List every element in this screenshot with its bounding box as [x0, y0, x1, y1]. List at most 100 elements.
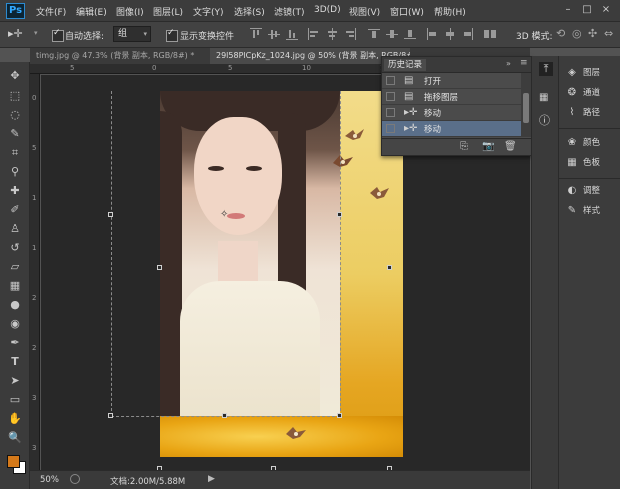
lasso-tool-icon[interactable]: ◌ — [6, 107, 24, 123]
transform-handle[interactable] — [108, 212, 113, 217]
menu-edit[interactable]: 编辑(E) — [76, 5, 107, 18]
minimize-button[interactable]: – — [560, 3, 576, 17]
trash-icon[interactable]: 🗑 — [504, 141, 517, 152]
history-item-label: 移动 — [424, 125, 442, 135]
menu-3d[interactable]: 3D(D) — [314, 5, 341, 15]
gradient-tool-icon[interactable]: ▦ — [6, 278, 24, 294]
history-item[interactable]: ▸✛ 移动 — [382, 105, 521, 121]
zoom-level[interactable]: 50% — [40, 475, 59, 485]
eyedropper-tool-icon[interactable]: ⚲ — [6, 164, 24, 180]
brush-tool-icon[interactable]: ✐ — [6, 202, 24, 218]
history-snapshot-checkbox[interactable] — [386, 92, 395, 101]
history-brush-tool-icon[interactable]: ↺ — [6, 240, 24, 256]
status-menu-arrow-icon[interactable]: ▶ — [208, 474, 215, 484]
menu-image[interactable]: 图像(I) — [116, 5, 144, 18]
distribute-vcenter-icon[interactable] — [386, 28, 398, 40]
history-snapshot-checkbox[interactable] — [386, 124, 395, 133]
status-info-icon[interactable] — [70, 474, 80, 484]
menu-file[interactable]: 文件(F) — [36, 5, 66, 18]
menu-help[interactable]: 帮助(H) — [434, 5, 466, 18]
camera-snapshot-icon[interactable]: 📷 — [482, 141, 494, 152]
history-panel-icon[interactable]: ⤒ — [539, 62, 553, 76]
history-item[interactable]: ▤ 拖移图层 — [382, 89, 521, 105]
hand-tool-icon[interactable]: ✋ — [6, 411, 24, 427]
eraser-tool-icon[interactable]: ▱ — [6, 259, 24, 275]
3d-rotate-icon[interactable]: ⟲ — [556, 27, 565, 40]
distribute-right-icon[interactable] — [462, 28, 474, 40]
transform-handle[interactable] — [337, 212, 342, 217]
align-hcenter-icon[interactable] — [326, 28, 338, 40]
auto-align-icon[interactable] — [484, 28, 496, 40]
double-arrow-icon[interactable]: » — [506, 59, 511, 68]
distribute-hcenter-icon[interactable] — [444, 28, 456, 40]
panel-swatches[interactable]: ▦ 色板 — [565, 154, 620, 172]
align-left-icon[interactable] — [308, 28, 320, 40]
transform-handle[interactable] — [157, 265, 162, 270]
align-right-icon[interactable] — [344, 28, 356, 40]
distribute-top-icon[interactable] — [368, 28, 380, 40]
crop-tool-icon[interactable]: ⌗ — [6, 145, 24, 161]
channels-icon: ❂ — [567, 87, 577, 98]
ruler-tick-label: 0 — [152, 64, 157, 72]
panel-label: 图层 — [583, 68, 601, 78]
transform-handle[interactable] — [222, 413, 227, 418]
panel-color[interactable]: ❀ 颜色 — [565, 134, 620, 152]
auto-select-dropdown[interactable]: 组 ▾ — [113, 26, 151, 42]
path-select-tool-icon[interactable]: ➤ — [6, 373, 24, 389]
menu-filter[interactable]: 滤镜(T) — [274, 5, 305, 18]
transform-handle[interactable] — [108, 413, 113, 418]
rectangle-tool-icon[interactable]: ▭ — [6, 392, 24, 408]
panel-channels[interactable]: ❂ 通道 — [565, 84, 620, 102]
transform-handle[interactable] — [337, 413, 342, 418]
tab-29l58[interactable]: 29l58PlCpKz_1024.jpg @ 50% (背景 副本, RGB/8… — [210, 48, 410, 64]
history-item-selected[interactable]: ▸✛ 移动 — [382, 121, 521, 137]
healing-brush-tool-icon[interactable]: ✚ — [6, 183, 24, 199]
marquee-tool-icon[interactable]: ⬚ — [6, 88, 24, 104]
panel-styles[interactable]: ✎ 样式 — [565, 202, 620, 220]
close-button[interactable]: × — [598, 3, 614, 17]
3d-pan-icon[interactable]: ✣ — [588, 27, 597, 40]
move-tool-icon[interactable]: ✥ — [6, 68, 24, 84]
history-snapshot-checkbox[interactable] — [386, 108, 395, 117]
tab-timg[interactable]: timg.jpg @ 47.3% (背景 副本, RGB/8#) * — [30, 48, 206, 64]
info-icon[interactable]: ⓘ — [539, 112, 550, 128]
zoom-tool-icon[interactable]: 🔍 — [6, 430, 24, 446]
document-image[interactable]: ✧ — [160, 91, 403, 457]
menu-window[interactable]: 窗口(W) — [390, 5, 424, 18]
distribute-bottom-icon[interactable] — [404, 28, 416, 40]
history-panel-title[interactable]: 历史记录 — [384, 59, 427, 71]
align-vcenter-icon[interactable] — [268, 28, 280, 40]
new-document-from-state-icon[interactable]: ⎘ — [460, 141, 468, 152]
foreground-color-swatch[interactable] — [7, 455, 20, 468]
properties-icon[interactable]: ▦ — [539, 92, 548, 103]
panel-menu-icon[interactable]: ≡ — [520, 58, 528, 68]
panel-adjustments[interactable]: ◐ 调整 — [565, 182, 620, 200]
menu-select[interactable]: 选择(S) — [234, 5, 265, 18]
show-transform-checkbox[interactable] — [166, 28, 178, 42]
distribute-left-icon[interactable] — [426, 28, 438, 40]
3d-slide-icon[interactable]: ⇔ — [604, 27, 613, 40]
align-bottom-icon[interactable] — [286, 28, 298, 40]
pen-tool-icon[interactable]: ✒ — [6, 335, 24, 351]
transform-handle[interactable] — [387, 265, 392, 270]
3d-roll-icon[interactable]: ◎ — [572, 27, 582, 40]
dodge-tool-icon[interactable]: ◉ — [6, 316, 24, 332]
clone-stamp-tool-icon[interactable]: ♙ — [6, 221, 24, 237]
auto-select-checkbox[interactable] — [52, 28, 64, 42]
align-top-icon[interactable] — [250, 28, 262, 40]
bird-1 — [345, 129, 364, 140]
type-tool-icon[interactable]: T — [6, 354, 24, 370]
history-item[interactable]: ▤ 打开 — [382, 73, 521, 89]
maximize-button[interactable]: □ — [579, 3, 595, 17]
menu-type[interactable]: 文字(Y) — [193, 5, 224, 18]
menu-view[interactable]: 视图(V) — [349, 5, 380, 18]
history-scroll-thumb[interactable] — [523, 93, 529, 123]
blur-tool-icon[interactable]: ● — [6, 297, 24, 313]
chevron-down-icon[interactable]: ▾ — [34, 29, 38, 37]
menu-layer[interactable]: 图层(L) — [153, 5, 183, 18]
history-snapshot-checkbox[interactable] — [386, 76, 395, 85]
move-tool-preset-icon[interactable]: ▸✛ — [8, 27, 23, 40]
panel-layers[interactable]: ◈ 图层 — [565, 64, 620, 82]
panel-paths[interactable]: ⌇ 路径 — [565, 104, 620, 122]
quick-select-tool-icon[interactable]: ✎ — [6, 126, 24, 142]
